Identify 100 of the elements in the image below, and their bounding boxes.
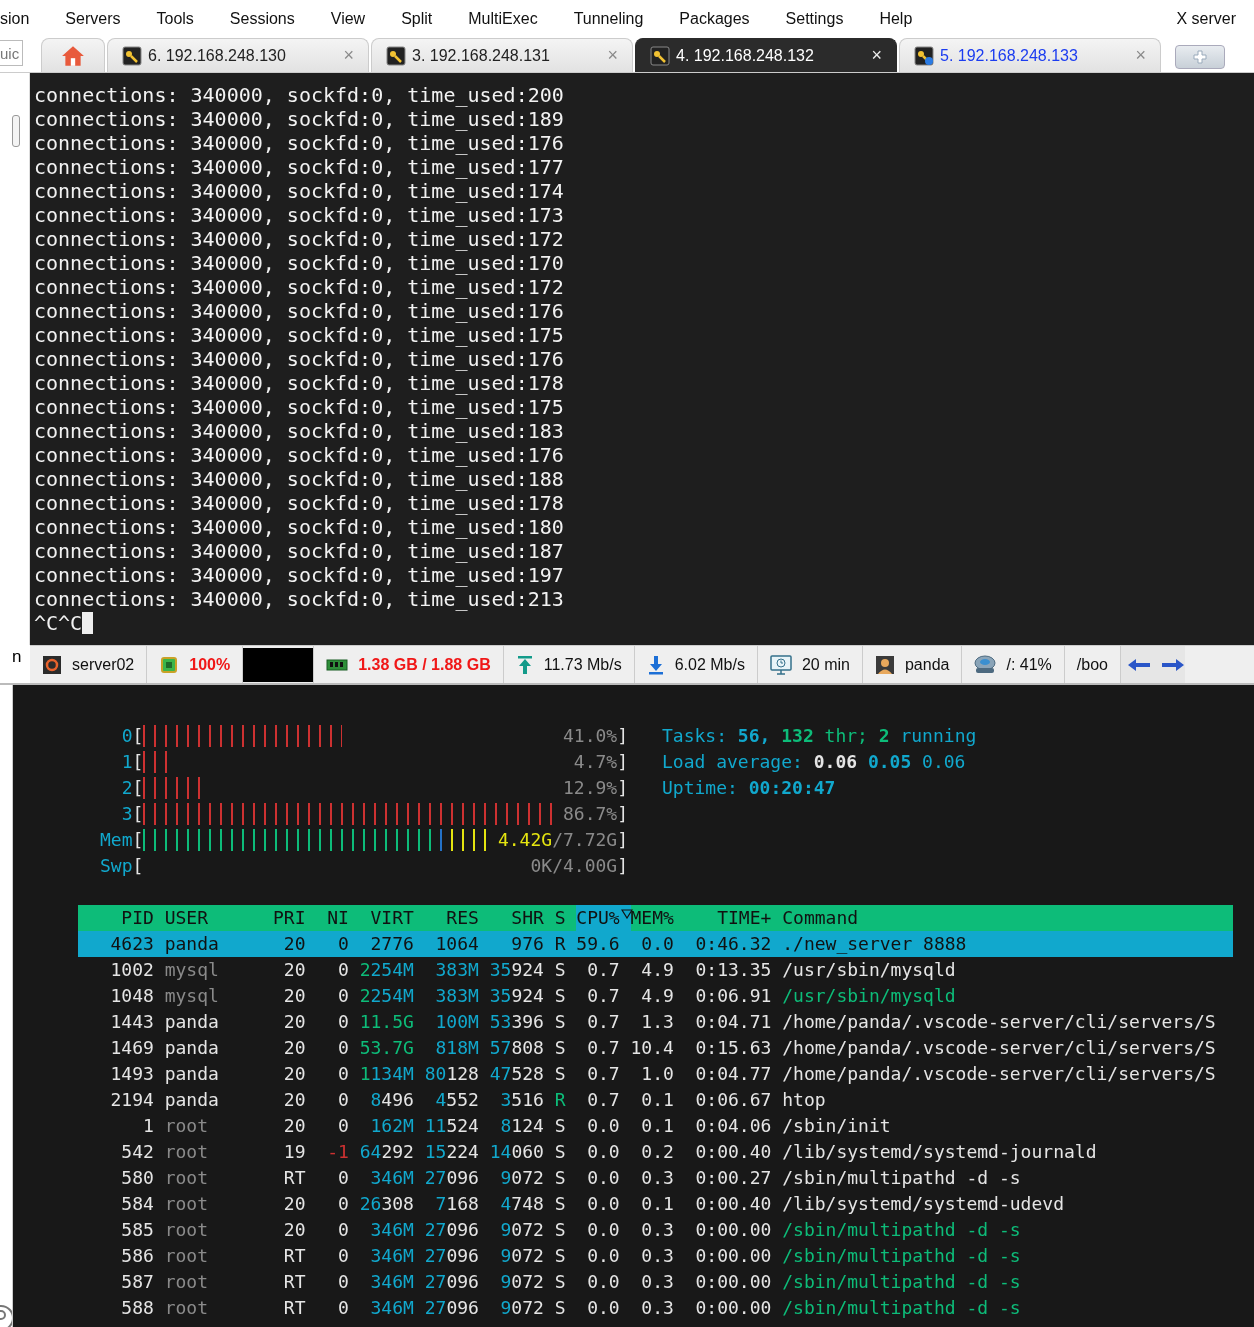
table-cell-text: S [554, 1010, 566, 1034]
table-cell-text: S [554, 1270, 566, 1294]
table-cell-text: 19 [282, 1140, 306, 1164]
home-tab[interactable] [41, 38, 105, 72]
table-cell-text: 20 [282, 1062, 306, 1086]
table-cell-text: S [554, 1192, 566, 1216]
column-header[interactable]: MEM% [630, 905, 674, 931]
table-cell-text: /sbin/init [782, 1114, 892, 1138]
terminal-panel[interactable] [30, 73, 1254, 645]
menu-item[interactable]: Split [383, 9, 451, 28]
process-row[interactable]: 586 root RT 0 346M 27096 9072 S 0.0 0.3 0:00.00 /sbin/multipathd -d -s [78, 1243, 1233, 1269]
column-header[interactable]: USER [164, 905, 263, 931]
process-row[interactable]: 585 root 20 0 346M 27096 9072 S 0.0 0.3 0:00.00 /sbin/multipathd -d -s [78, 1217, 1233, 1243]
session-tab[interactable]: 6. 192.168.248.130 × [107, 38, 369, 72]
table-cell-text: 0.0 [586, 1140, 620, 1164]
menu-item[interactable]: Tools [138, 9, 212, 28]
terminal-line: connections: 340000, sockfd:0, time_used:188 [34, 467, 565, 491]
table-cell-text: 2776 [369, 932, 414, 956]
menu-item[interactable]: Servers [47, 9, 139, 28]
key-icon [650, 45, 670, 66]
table-cell-text: S [554, 1296, 566, 1320]
table-cell-text: 383M [434, 958, 479, 982]
table-cell-text: root [164, 1140, 210, 1164]
table-cell-text: 0 [337, 958, 349, 982]
table-cell-text: 0.0 [640, 932, 674, 956]
terminal-line: connections: 340000, sockfd:0, time_used:175 [34, 323, 565, 347]
table-cell-text: 27096 [424, 1218, 479, 1242]
bracket: ] [617, 802, 628, 826]
process-row[interactable]: 542 root 19 -1 64292 15224 14060 S 0.0 0.2 0:00.40 /lib/systemd/systemd-journald [78, 1139, 1233, 1165]
menu-item[interactable]: View [312, 9, 384, 28]
table-cell-text: 0:46.32 [694, 932, 772, 956]
chip-icon [159, 654, 180, 675]
process-row[interactable]: 584 root 20 0 26308 7168 4748 S 0.0 0.1 0:00.40 /lib/systemd/systemd-udevd [78, 1191, 1233, 1217]
table-cell-text: 584 [120, 1192, 154, 1216]
table-cell-text: 0 [337, 1036, 349, 1060]
column-header[interactable]: TIME+ [684, 905, 772, 931]
process-row[interactable]: 580 root RT 0 346M 27096 9072 S 0.0 0.3 0:00.27 /sbin/multipathd -d -s [78, 1165, 1233, 1191]
process-row[interactable]: 588 root RT 0 346M 27096 9072 S 0.0 0.3 0:00.00 /sbin/multipathd -d -s [78, 1295, 1233, 1321]
process-row[interactable]: 1443 panda 20 0 11.5G 100M 53396 S 0.7 1.3 0:04.71 /home/panda/.vscode-server/cli/servers/S [78, 1009, 1233, 1035]
summary-text: 0.05 [867, 751, 913, 772]
table-cell-text: 0.0 [586, 1114, 620, 1138]
table-cell-text: 0 [337, 1088, 349, 1112]
table-cell-text: 0:04.06 [694, 1114, 772, 1138]
table-cell-text: 0:00.40 [694, 1192, 772, 1216]
session-tab[interactable]: 4. 192.168.248.132 × [635, 38, 897, 72]
menu-item[interactable]: Help [861, 9, 931, 28]
process-row[interactable]: 4623 panda 20 0 2776 1064 976 R 59.6 0.0 0:46.32 ./new_server 8888 [78, 931, 1233, 957]
table-cell-text: 26308 [359, 1192, 414, 1216]
table-cell-text: 4.9 [640, 984, 674, 1008]
table-cell-text: S [554, 1218, 566, 1242]
bracket: ] [617, 854, 628, 878]
terminal-line: connections: 340000, sockfd:0, time_used:172 [34, 227, 565, 251]
table-cell-text: 0 [337, 1114, 349, 1138]
table-cell-text: 64292 [359, 1140, 414, 1164]
process-row[interactable]: 1493 panda 20 0 1134M 80128 47528 S 0.7 1.0 0:04.77 /home/panda/.vscode-server/cli/servers/S [78, 1061, 1233, 1087]
table-cell-text: 0:00.00 [694, 1244, 772, 1268]
column-header[interactable]: RES [424, 905, 479, 931]
menu-item[interactable]: sion [0, 9, 48, 28]
right-arrow-icon[interactable] [1160, 657, 1185, 672]
table-cell-text: /sbin/multipathd -d -s [782, 1270, 1022, 1294]
table-cell-text: 35924 [489, 958, 544, 982]
process-row[interactable]: 1469 panda 20 0 53.7G 818M 57808 S 0.7 10.4 0:15.63 /home/panda/.vscode-server/cli/servers/S [78, 1035, 1233, 1061]
table-cell-text: 0.0 [586, 1166, 620, 1190]
process-row[interactable]: 587 root RT 0 346M 27096 9072 S 0.0 0.3 0:00.00 /sbin/multipathd -d -s [78, 1269, 1233, 1295]
table-cell-text: 10.4 [630, 1036, 674, 1060]
column-header[interactable]: SHR [489, 905, 544, 931]
table-cell-text: 346M [369, 1166, 414, 1190]
status-text: /boo [1076, 655, 1108, 674]
table-cell-text: 1443 [109, 1010, 154, 1034]
menu-item[interactable]: MultiExec [450, 9, 556, 28]
menu-item[interactable]: X server [1158, 9, 1254, 28]
process-row[interactable]: 1048 mysql 20 0 2254M 383M 35924 S 0.7 4.9 0:06.91 /usr/sbin/mysqld [78, 983, 1233, 1009]
table-cell-text: 0 [337, 1166, 349, 1190]
session-tab[interactable]: 3. 192.168.248.131 × [371, 38, 633, 72]
process-row[interactable]: 1 root 20 0 162M 11524 8124 S 0.0 0.1 0:04.06 /sbin/init [78, 1113, 1233, 1139]
process-row[interactable]: 2194 panda 20 0 8496 4552 3516 R 0.7 0.1 0:06.67 htop [78, 1087, 1233, 1113]
menu-item[interactable]: Tunneling [555, 9, 662, 28]
table-cell-text: 0:00.27 [694, 1166, 772, 1190]
column-header[interactable]: Command [782, 905, 1233, 931]
summary-text: 00:20:47 [748, 777, 836, 798]
meter-label: 0 [120, 724, 133, 748]
table-cell-text: 0.3 [640, 1166, 674, 1190]
menu-item[interactable]: Settings [767, 9, 862, 28]
session-tab[interactable]: 5. 192.168.248.133 × [899, 38, 1161, 72]
column-header[interactable]: NI [316, 905, 349, 931]
close-icon[interactable]: × [871, 45, 882, 66]
menu-item[interactable]: Sessions [211, 9, 313, 28]
column-header[interactable]: CPU% [576, 905, 631, 931]
table-cell-text: 346M [369, 1244, 414, 1268]
process-row[interactable]: 1002 mysql 20 0 2254M 383M 35924 S 0.7 4.9 0:13.35 /usr/sbin/mysqld [78, 957, 1233, 983]
column-header[interactable]: VIRT [359, 905, 414, 931]
column-header[interactable]: S [554, 905, 566, 931]
column-header[interactable]: PID [78, 905, 154, 931]
table-cell-text: R [554, 932, 566, 956]
column-header[interactable]: PRI [273, 905, 306, 931]
table-cell-text: RT [282, 1270, 306, 1294]
search-field[interactable]: uic [0, 40, 23, 66]
menu-item[interactable]: Packages [661, 9, 768, 28]
scrollbar-thumb[interactable] [12, 115, 20, 147]
left-arrow-icon[interactable] [1126, 657, 1151, 672]
